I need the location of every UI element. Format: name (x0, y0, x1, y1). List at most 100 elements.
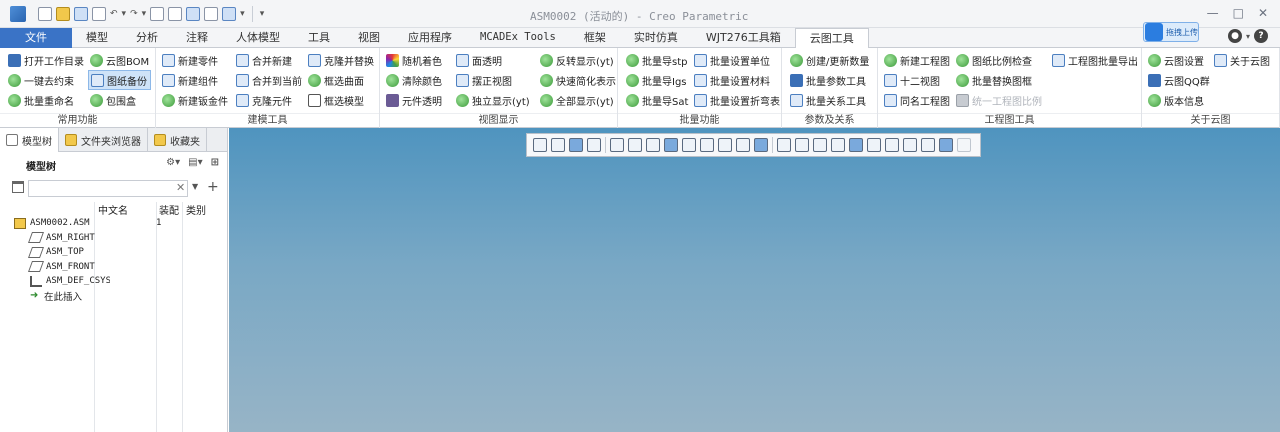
ribbon-button[interactable]: 全部显示(yt) (538, 90, 618, 110)
settings-icon[interactable]: ● (1228, 29, 1242, 43)
customize-icon[interactable] (222, 7, 237, 21)
cloud-upload-button[interactable]: 拖拽上传 (1143, 22, 1199, 42)
view-tool-icon[interactable] (754, 138, 768, 152)
ribbon-button[interactable]: 新建钣金件 (160, 90, 230, 110)
column-category[interactable]: 类别 (186, 202, 206, 217)
ribbon-button[interactable]: 云图设置 (1146, 50, 1212, 70)
customize-dropdown-icon[interactable]: ▾ (240, 9, 245, 19)
tree-item[interactable]: ASM_RIGHT (0, 231, 228, 245)
tree-search-input[interactable] (28, 180, 188, 197)
tree-item[interactable]: ASM_FRONT (0, 260, 228, 274)
ribbon-button[interactable]: 批量重命名 (6, 90, 86, 110)
save-icon[interactable] (74, 7, 88, 21)
view-tool-icon[interactable] (646, 138, 660, 152)
tab-6[interactable]: 视图 (344, 28, 394, 48)
ribbon-button[interactable]: 批量设置材料 (692, 70, 782, 90)
tree-item[interactable]: ➜ 在此插入 (0, 289, 228, 303)
add-filter-icon[interactable]: + (207, 179, 219, 195)
minimize-button[interactable]: — (1207, 6, 1219, 20)
tab-9[interactable]: 框架 (570, 28, 620, 48)
ribbon-button[interactable]: 独立显示(yt) (454, 90, 532, 110)
view-tool-icon[interactable] (885, 138, 899, 152)
tree-filter-icon[interactable]: ⊞ (211, 157, 219, 168)
tab-8[interactable]: MCADEx Tools (466, 28, 570, 48)
ribbon-button[interactable]: 图纸备份 (88, 70, 152, 90)
view-tool-icon[interactable] (939, 138, 953, 152)
ribbon-button[interactable]: 图纸比例检查 (954, 50, 1044, 70)
view-tool-icon[interactable] (587, 138, 601, 152)
help-icon[interactable]: ? (1254, 29, 1269, 43)
ribbon-button[interactable]: 新建组件 (160, 70, 230, 90)
settings-dropdown-icon[interactable]: ▾ (1246, 32, 1250, 41)
tab-5[interactable]: 工具 (294, 28, 344, 48)
ribbon-button[interactable]: 工程图批量导出 (1050, 50, 1140, 70)
view-tool-icon[interactable] (718, 138, 732, 152)
view-tool-icon[interactable] (569, 138, 583, 152)
ribbon-button[interactable]: 清除颜色 (384, 70, 444, 90)
view-tool-icon[interactable] (795, 138, 809, 152)
view-tool-icon[interactable] (682, 138, 696, 152)
filter-dropdown-icon[interactable]: ▼ (192, 182, 198, 191)
tab-12[interactable]: 云图工具 (794, 28, 869, 49)
new-file-icon[interactable] (38, 7, 52, 21)
show-icon[interactable]: ▤▾ (188, 157, 202, 168)
ribbon-button[interactable]: 创建/更新数量 (788, 50, 871, 70)
ribbon-button[interactable]: 新建零件 (160, 50, 230, 70)
tab-4[interactable]: 人体模型 (222, 28, 294, 48)
ribbon-button[interactable]: 合并到当前 (234, 70, 304, 90)
ribbon-button[interactable]: 打开工作目录 (6, 50, 86, 70)
tree-item[interactable]: ASM_TOP (0, 245, 228, 259)
ribbon-button[interactable]: 云图BOM (88, 50, 151, 70)
ribbon-button[interactable]: 快速简化表示 (538, 70, 618, 90)
ribbon-button[interactable]: 克隆元件 (234, 90, 304, 110)
view-tool-icon[interactable] (700, 138, 714, 152)
view-tool-icon[interactable] (903, 138, 917, 152)
close-window-icon[interactable] (186, 7, 201, 21)
cut-icon[interactable] (204, 7, 219, 21)
tree-item[interactable]: ASM_DEF_CSYS (0, 274, 228, 288)
graphics-viewport[interactable] (229, 128, 1280, 432)
tab-3[interactable]: 注释 (172, 28, 222, 48)
ribbon-button[interactable]: 框选曲面 (306, 70, 376, 90)
ribbon-button[interactable]: 批量替换图框 (954, 70, 1044, 90)
close-button[interactable]: ✕ (1258, 6, 1268, 20)
open-file-icon[interactable] (56, 7, 70, 21)
undo-icon[interactable]: ↶ (110, 9, 118, 19)
ribbon-button[interactable]: 批量关系工具 (788, 90, 871, 110)
tab-1[interactable]: 模型 (72, 28, 122, 48)
funnel-icon[interactable] (12, 181, 24, 193)
ribbon-button[interactable]: 元件透明 (384, 90, 444, 110)
ribbon-button[interactable]: 面透明 (454, 50, 532, 70)
view-tool-icon[interactable] (610, 138, 624, 152)
ribbon-button[interactable]: 新建工程图 (882, 50, 952, 70)
undo-dropdown-icon[interactable]: ▾ (122, 9, 127, 19)
clear-icon[interactable]: ✕ (176, 181, 185, 194)
regenerate-icon[interactable] (150, 7, 165, 21)
tree-item[interactable]: ASM0002.ASM 1 (0, 216, 228, 230)
ribbon-button[interactable]: 摆正视图 (454, 70, 532, 90)
ribbon-button[interactable]: 框选模型 (306, 90, 376, 110)
tab-11[interactable]: WJT276工具箱 (692, 28, 795, 48)
view-tool-icon[interactable] (849, 138, 863, 152)
view-tool-icon[interactable] (921, 138, 935, 152)
ribbon-button[interactable]: 克隆并替换 (306, 50, 376, 70)
view-tool-icon[interactable] (533, 138, 547, 152)
ribbon-button[interactable]: 批量参数工具 (788, 70, 871, 90)
view-tool-icon[interactable] (777, 138, 791, 152)
ribbon-button[interactable]: 批量导Sat (624, 90, 690, 110)
view-tool-icon[interactable] (628, 138, 642, 152)
column-chinese-name[interactable]: 中文名 (98, 202, 128, 217)
column-assembly[interactable]: 装配 (159, 202, 179, 217)
ribbon-button[interactable]: 版本信息 (1146, 90, 1212, 110)
tab-2[interactable]: 分析 (122, 28, 172, 48)
ribbon-button[interactable]: 包围盒 (88, 90, 151, 110)
ribbon-button[interactable]: 同名工程图 (882, 90, 952, 110)
ribbon-button[interactable]: 反转显示(yt) (538, 50, 618, 70)
save-copy-icon[interactable] (92, 7, 106, 21)
view-tool-icon[interactable] (813, 138, 827, 152)
ribbon-button[interactable]: 十二视图 (882, 70, 952, 90)
tree-settings-icon[interactable]: ⚙▾ (166, 157, 180, 168)
maximize-button[interactable]: □ (1233, 6, 1244, 20)
tab-favorites[interactable]: 收藏夹 (148, 128, 207, 152)
ribbon-button[interactable]: 合并新建 (234, 50, 304, 70)
